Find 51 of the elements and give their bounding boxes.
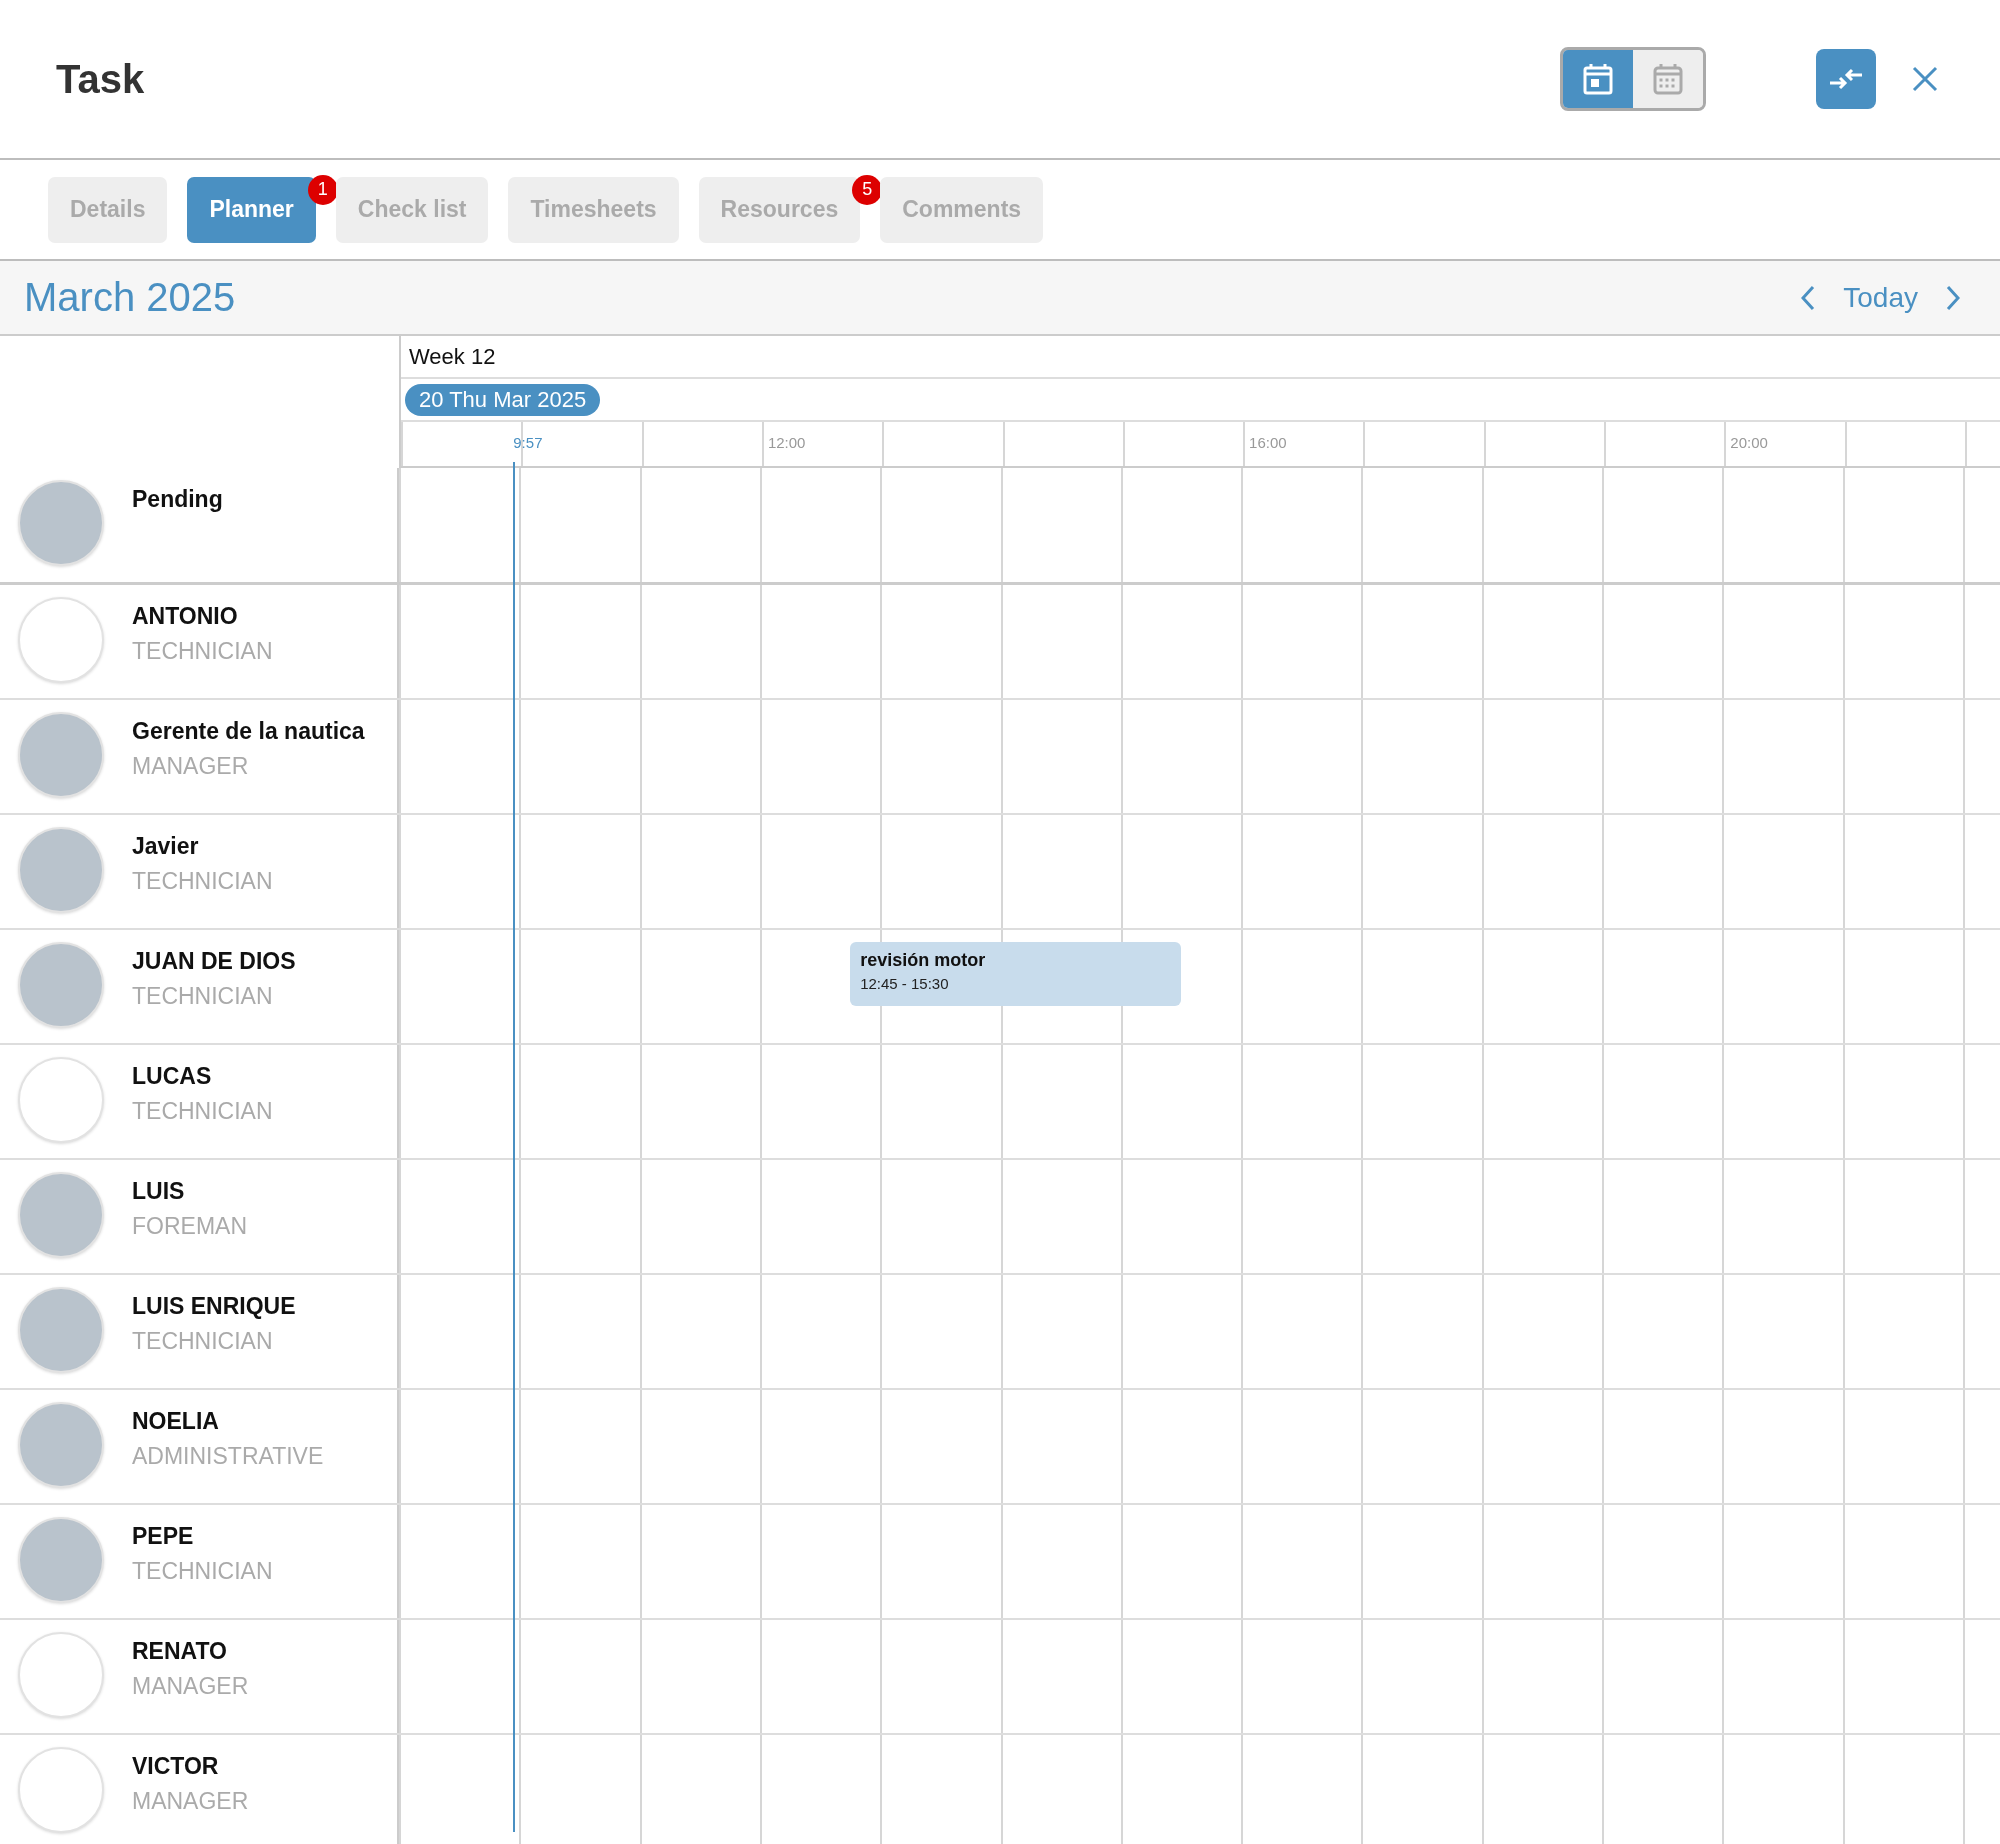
- resource-name: NOELIA: [132, 1408, 220, 1435]
- tab[interactable]: Planner: [187, 176, 316, 243]
- tab[interactable]: Details: [48, 176, 168, 243]
- resource-role: TECHNICIAN: [132, 638, 273, 665]
- resource-role: MANAGER: [132, 1788, 249, 1815]
- current-time-label: 9:57: [513, 434, 543, 451]
- resource-name: ANTONIO: [132, 603, 239, 630]
- collapse-button[interactable]: [1816, 49, 1876, 109]
- resource-role: TECHNICIAN: [132, 1558, 273, 1585]
- resource-role: TECHNICIAN: [132, 1328, 274, 1355]
- resource-role: FOREMAN: [132, 1213, 247, 1240]
- tab[interactable]: Timesheets: [508, 176, 679, 243]
- resource-name: Gerente de la nautica: [132, 718, 365, 745]
- chevron-right-icon: [1946, 284, 1960, 311]
- window-title: Task: [56, 56, 146, 102]
- close-icon: [1912, 66, 1938, 92]
- week-label: Week 12: [409, 343, 496, 370]
- resource-role: MANAGER: [132, 753, 250, 780]
- resource-role: TECHNICIAN: [132, 868, 273, 895]
- tab[interactable]: Check list: [335, 176, 489, 243]
- arrows-inward-icon: [1828, 66, 1864, 92]
- tab[interactable]: Comments: [880, 176, 1044, 243]
- time-label: 16:00: [1249, 434, 1287, 451]
- calendar-month-icon: [1652, 62, 1684, 96]
- resource-name: JUAN DE DIOS: [132, 948, 296, 975]
- resource-name: LUCAS: [132, 1063, 213, 1090]
- calendar-day-icon: [1582, 62, 1614, 96]
- view-toggle-button[interactable]: [1563, 50, 1633, 108]
- resource-role: ADMINISTRATIVE: [132, 1443, 324, 1470]
- time-label: 12:00: [767, 434, 806, 451]
- event-time: 12:45 - 15:30: [860, 975, 950, 992]
- event-title: revisión motor: [860, 950, 987, 971]
- event-block[interactable]: revisión motor 12:45 - 15:30: [850, 942, 1181, 1006]
- resource-role: TECHNICIAN: [132, 983, 274, 1010]
- tab[interactable]: Resources: [698, 176, 861, 243]
- month-title: March 2025: [24, 275, 236, 320]
- resource-name: PEPE: [132, 1523, 195, 1550]
- resource-name: LUIS ENRIQUE: [132, 1293, 296, 1320]
- resource-name: Javier: [132, 833, 200, 860]
- count-badge: 5: [852, 174, 883, 205]
- resource-name: Pending: [132, 486, 223, 513]
- resource-name: RENATO: [132, 1638, 228, 1665]
- resource-name: LUIS: [132, 1178, 186, 1205]
- resource-role: TECHNICIAN: [132, 1098, 273, 1125]
- resource-role: MANAGER: [132, 1673, 249, 1700]
- resource-name: VICTOR: [132, 1753, 220, 1780]
- chevron-left-icon: [1801, 284, 1816, 311]
- time-label: 20:00: [1730, 434, 1768, 451]
- count-badge: 1: [307, 174, 338, 205]
- date-pill: 20 Thu Mar 2025: [405, 383, 601, 416]
- today-button[interactable]: Today: [1837, 280, 1924, 315]
